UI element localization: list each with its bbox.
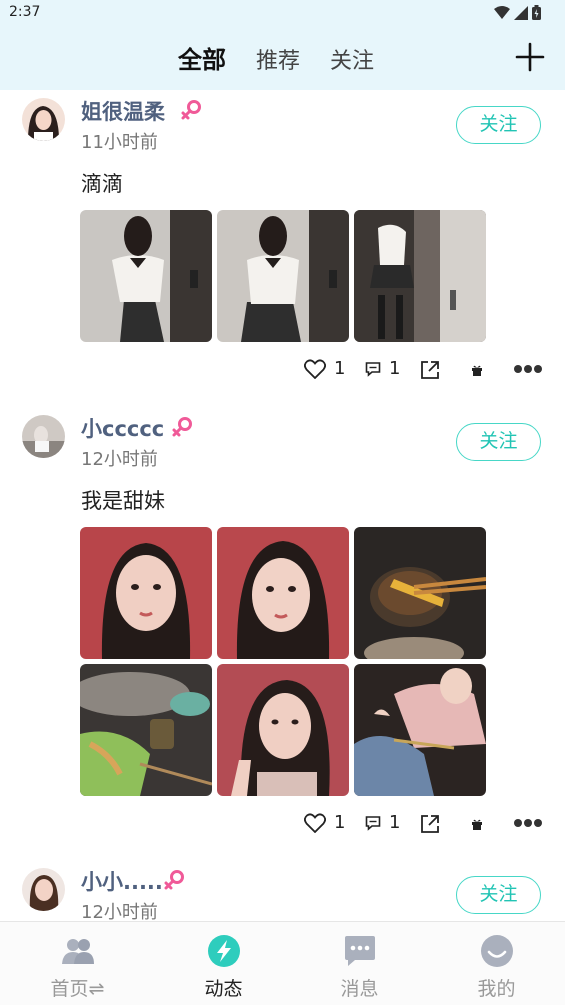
- smile-icon: [481, 935, 513, 967]
- signal-icon: [514, 5, 528, 20]
- post-text: 我是甜妹: [81, 489, 165, 513]
- post-photo[interactable]: [354, 527, 486, 659]
- share-icon[interactable]: [420, 360, 440, 380]
- heart-icon: [304, 812, 326, 833]
- female-icon: [172, 417, 192, 437]
- gift-icon[interactable]: [471, 364, 483, 376]
- top-header: 全部 推荐 关注: [0, 26, 565, 90]
- chat-icon: [345, 936, 375, 966]
- nav-messages[interactable]: 消息: [289, 922, 430, 1005]
- post-time: 12小时前: [81, 449, 158, 470]
- like-count: 1: [334, 812, 346, 833]
- comment-button[interactable]: 1: [365, 812, 400, 833]
- more-icon[interactable]: [513, 818, 543, 828]
- follow-button[interactable]: 关注: [456, 106, 541, 144]
- heart-icon: [304, 358, 326, 379]
- female-icon: [181, 100, 201, 120]
- post-photo[interactable]: [354, 664, 486, 796]
- female-icon: [164, 870, 184, 890]
- gift-icon[interactable]: [471, 818, 483, 830]
- avatar[interactable]: [22, 415, 65, 458]
- share-icon[interactable]: [420, 814, 440, 834]
- tab-all[interactable]: 全部: [178, 40, 226, 75]
- post-photo[interactable]: [354, 210, 486, 342]
- wifi-icon: [494, 5, 510, 19]
- plus-icon[interactable]: [515, 42, 545, 72]
- post-actions: 1 1: [0, 812, 565, 840]
- nav-label-messages: 消息: [340, 978, 379, 1000]
- avatar[interactable]: [22, 98, 65, 141]
- more-icon[interactable]: [513, 364, 543, 374]
- post-photo[interactable]: [217, 664, 349, 796]
- tab-following[interactable]: 关注: [330, 43, 374, 75]
- nav-profile[interactable]: 我的: [426, 922, 565, 1005]
- post-photo[interactable]: [80, 664, 212, 796]
- follow-button[interactable]: 关注: [456, 423, 541, 461]
- username[interactable]: 小ccccc: [81, 413, 164, 443]
- post-time: 12小时前: [81, 902, 158, 920]
- post-text: 滴滴: [81, 172, 123, 196]
- users-icon: [62, 939, 94, 964]
- post-photo[interactable]: [217, 527, 349, 659]
- comment-count: 1: [389, 812, 401, 833]
- nav-label-home: 首页⇌: [50, 978, 105, 1000]
- comment-icon: [365, 361, 381, 377]
- comment-count: 1: [389, 358, 401, 379]
- comment-button[interactable]: 1: [365, 358, 400, 379]
- post-actions: 1 1: [0, 358, 565, 386]
- like-count: 1: [334, 358, 346, 379]
- comment-icon: [365, 815, 381, 831]
- bottom-nav: 首页⇌ 动态 消息 我的: [0, 921, 565, 1005]
- post-time: 11小时前: [81, 132, 158, 153]
- follow-button[interactable]: 关注: [456, 876, 541, 914]
- nav-home[interactable]: 首页⇌: [7, 922, 148, 1005]
- nav-label-profile: 我的: [477, 978, 516, 1000]
- post-photo[interactable]: [80, 210, 212, 342]
- nav-label-moments: 动态: [204, 978, 243, 1000]
- like-button[interactable]: 1: [304, 812, 345, 833]
- avatar[interactable]: [22, 868, 65, 911]
- feed: 姐很温柔 11小时前 关注 滴滴 1 1 小ccccc 12小时前 关注 我是甜…: [0, 90, 565, 920]
- nav-moments[interactable]: 动态: [153, 922, 294, 1005]
- feed-tabs: 全部 推荐 关注: [178, 40, 404, 75]
- lightning-icon: [208, 935, 240, 967]
- status-bar: 2:37: [0, 0, 565, 26]
- post-photo[interactable]: [217, 210, 349, 342]
- battery-icon: [532, 5, 541, 20]
- username[interactable]: 姐很温柔: [81, 96, 165, 126]
- tab-recommended[interactable]: 推荐: [256, 43, 300, 75]
- like-button[interactable]: 1: [304, 358, 345, 379]
- post-photo[interactable]: [80, 527, 212, 659]
- status-time: 2:37: [9, 4, 41, 20]
- status-icons: [494, 5, 541, 20]
- username[interactable]: 小小.....: [81, 866, 163, 896]
